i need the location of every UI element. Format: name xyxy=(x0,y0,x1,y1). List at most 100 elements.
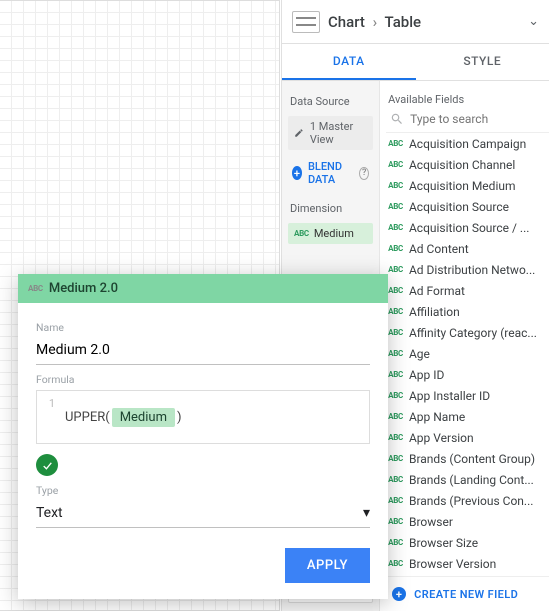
field-item[interactable]: ABCAcquisition Campaign xyxy=(386,133,549,154)
editor-title: Medium 2.0 xyxy=(49,281,118,296)
field-item[interactable]: ABCApp Installer ID xyxy=(386,385,549,406)
abc-icon: ABC xyxy=(388,433,403,442)
plus-icon: + xyxy=(392,587,406,601)
abc-icon: ABC xyxy=(388,223,403,232)
plus-icon: + xyxy=(292,166,302,180)
abc-icon: ABC xyxy=(388,307,403,316)
type-value: Text xyxy=(36,505,63,521)
field-name: Acquisition Source / ... xyxy=(409,221,529,235)
field-name: Acquisition Channel xyxy=(409,158,515,172)
field-item[interactable]: ABC Brands (Previous Con... xyxy=(386,490,549,511)
formula-editor[interactable]: 1 UPPER( Medium ) xyxy=(36,390,370,444)
field-item[interactable]: ABCAcquisition Source xyxy=(386,196,549,217)
abc-icon: ABC xyxy=(388,349,403,358)
field-name: Ad Format xyxy=(409,284,465,298)
dimension-name: Medium xyxy=(314,227,354,240)
field-item[interactable]: ABC Age xyxy=(386,343,549,364)
field-item[interactable]: ABC App Name xyxy=(386,406,549,427)
formula-field-token: Medium xyxy=(112,408,175,427)
field-name: App ID xyxy=(409,368,444,382)
field-item[interactable]: ABC Acquisition Source / ... xyxy=(386,217,549,238)
breadcrumb-root: Chart xyxy=(328,13,365,31)
abc-icon: ABC xyxy=(388,328,403,337)
pencil-icon xyxy=(294,127,304,139)
abc-icon: ABC xyxy=(388,181,403,190)
abc-icon: ABC xyxy=(388,412,403,421)
abc-icon: ABC xyxy=(294,229,309,238)
field-name: Brands (Previous Con... xyxy=(409,494,533,508)
field-item[interactable]: ABC Browser Size xyxy=(386,532,549,553)
create-field-label: CREATE NEW FIELD xyxy=(414,588,518,601)
field-name: App Name xyxy=(409,410,465,424)
field-item[interactable]: ABCBrands (Landing Cont... xyxy=(386,469,549,490)
search-icon xyxy=(390,112,404,126)
field-name: Browser xyxy=(409,515,453,529)
tab-style[interactable]: STYLE xyxy=(416,44,549,80)
field-name: Acquisition Medium xyxy=(409,179,516,193)
field-item[interactable]: ABCBrowser xyxy=(386,511,549,532)
table-chart-icon[interactable] xyxy=(292,11,320,33)
field-item[interactable]: ABC Acquisition Channel xyxy=(386,154,549,175)
abc-icon: ABC xyxy=(388,454,403,463)
chevron-down-icon[interactable]: ⌄ xyxy=(528,14,539,29)
dimension-chip[interactable]: ABC Medium xyxy=(288,223,373,244)
type-select[interactable]: Text ▾ xyxy=(36,501,370,528)
field-search[interactable] xyxy=(386,110,549,133)
field-name: Affiliation xyxy=(409,305,460,319)
field-item[interactable]: ABC Brands (Content Group) xyxy=(386,448,549,469)
editor-header: ABC Medium 2.0 xyxy=(18,274,388,303)
formula-func-close: ) xyxy=(177,410,182,425)
help-icon[interactable]: ? xyxy=(359,167,369,180)
field-item[interactable]: ABC Affiliation xyxy=(386,301,549,322)
field-name: App Installer ID xyxy=(409,389,490,403)
type-label: Type xyxy=(36,484,370,497)
abc-icon: ABC xyxy=(388,202,403,211)
breadcrumb-separator: › xyxy=(373,13,378,31)
field-name: Ad Distribution Netwo... xyxy=(409,263,535,277)
field-name: Acquisition Campaign xyxy=(409,137,526,151)
field-name: Brands (Landing Cont... xyxy=(409,473,534,487)
panel-tabs: DATA STYLE xyxy=(282,44,549,81)
abc-icon: ABC xyxy=(388,559,403,568)
field-name: Browser Size xyxy=(409,536,478,550)
field-item[interactable]: ABC Ad Format xyxy=(386,280,549,301)
field-item[interactable]: ABCAd Content xyxy=(386,238,549,259)
apply-button[interactable]: APPLY xyxy=(285,548,370,583)
field-item[interactable]: ABC Browser Version xyxy=(386,553,549,574)
field-item[interactable]: ABC App ID xyxy=(386,364,549,385)
abc-icon: ABC xyxy=(388,370,403,379)
field-name: Age xyxy=(409,347,430,361)
line-number: 1 xyxy=(45,397,55,437)
field-name-input[interactable] xyxy=(36,338,370,365)
field-name: App Version xyxy=(409,431,474,445)
valid-check-icon xyxy=(36,454,58,476)
abc-icon: ABC xyxy=(388,496,403,505)
breadcrumb-leaf: Table xyxy=(385,13,422,31)
blend-data-button[interactable]: + BLEND DATA ? xyxy=(288,156,373,190)
data-source-name: 1 Master View xyxy=(310,120,367,146)
field-list: ABCAcquisition CampaignABCAcquisition Ch… xyxy=(386,133,549,576)
abc-icon: ABC xyxy=(388,286,403,295)
field-item[interactable]: ABC App Version xyxy=(386,427,549,448)
field-item[interactable]: ABC Acquisition Medium xyxy=(386,175,549,196)
breadcrumb[interactable]: Chart › Table xyxy=(328,13,520,31)
chart-header: Chart › Table ⌄ xyxy=(282,0,549,44)
data-source-row[interactable]: 1 Master View xyxy=(288,116,373,150)
field-item[interactable]: ABCAffinity Category (reac... xyxy=(386,322,549,343)
abc-icon: ABC xyxy=(388,538,403,547)
abc-icon: ABC xyxy=(388,244,403,253)
fields-column: Available Fields ABCAcquisition Campaign… xyxy=(380,81,549,611)
search-input[interactable] xyxy=(410,112,549,126)
abc-icon: ABC xyxy=(388,160,403,169)
dropdown-icon: ▾ xyxy=(363,505,370,521)
field-item[interactable]: ABC Ad Distribution Netwo... xyxy=(386,259,549,280)
tab-data[interactable]: DATA xyxy=(282,44,416,80)
create-new-field-button[interactable]: + CREATE NEW FIELD xyxy=(386,576,549,611)
available-fields-label: Available Fields xyxy=(388,93,549,106)
formula-func-open: UPPER( xyxy=(65,410,110,425)
field-name: Browser Version xyxy=(409,557,496,571)
abc-icon: ABC xyxy=(388,265,403,274)
calculated-field-editor: ABC Medium 2.0 Name Formula 1 UPPER( Med… xyxy=(18,274,388,599)
field-name: Brands (Content Group) xyxy=(409,452,535,466)
abc-icon: ABC xyxy=(28,284,43,293)
